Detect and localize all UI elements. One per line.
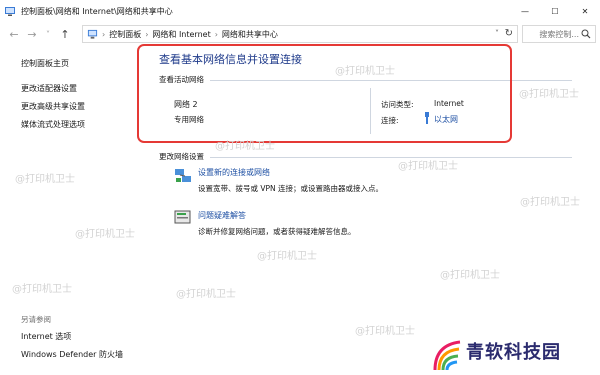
recent-locations-icon[interactable]: ˅ [41, 25, 55, 43]
sidebar-item-media-streaming[interactable]: 媒体流式处理选项 [21, 119, 85, 130]
watermark: @打印机卫士 [15, 174, 75, 185]
brand-name: 青软科技园 [466, 342, 561, 363]
window-title: 控制面板\网络和 Internet\网络和共享中心 [21, 6, 173, 16]
search-icon[interactable] [581, 29, 591, 39]
sidebar-item-home[interactable]: 控制面板主页 [21, 58, 69, 69]
close-button[interactable]: ✕ [570, 0, 600, 22]
left-pane: 控制面板主页 更改适配器设置 更改高级共享设置 媒体流式处理选项 另请参阅 In… [0, 46, 140, 375]
watermark: @打印机卫士 [520, 197, 580, 208]
breadcrumb-separator[interactable]: › [145, 30, 148, 39]
watermark: @打印机卫士 [75, 229, 135, 240]
breadcrumb-sharing-center[interactable]: 网络和共享中心 [222, 29, 278, 40]
troubleshoot-desc: 诊断并修复网络问题，或者获得疑难解答信息。 [198, 227, 356, 236]
navigation-bar: ← → ˅ ↑ › 控制面板 › 网络和 Internet › 网络和共享中心 … [0, 22, 600, 46]
network-setup-icon [175, 169, 191, 182]
refresh-icon[interactable]: ↻ [505, 28, 513, 39]
watermark: @打印机卫士 [355, 326, 415, 337]
watermark: @打印机卫士 [215, 141, 275, 152]
sidebar-item-defender-firewall[interactable]: Windows Defender 防火墙 [21, 349, 123, 360]
back-arrow-icon[interactable]: ← [7, 25, 21, 43]
watermark: @打印机卫士 [176, 289, 236, 300]
search-input[interactable] [525, 29, 579, 39]
setup-connection-desc: 设置宽带、拨号或 VPN 连接；或设置路由器或接入点。 [198, 184, 384, 193]
troubleshoot-link[interactable]: 问题疑难解答 [198, 210, 246, 221]
forward-arrow-icon[interactable]: → [25, 25, 39, 43]
search-box[interactable] [522, 25, 596, 43]
watermark: @打印机卫士 [12, 284, 72, 295]
see-also-heading: 另请参阅 [21, 315, 51, 324]
breadcrumb-control-panel[interactable]: 控制面板 [109, 29, 141, 40]
control-panel-icon [87, 29, 98, 39]
watermark: @打印机卫士 [398, 161, 458, 172]
watermark: @打印机卫士 [335, 66, 395, 77]
watermark: @打印机卫士 [440, 270, 500, 281]
troubleshoot-icon [174, 210, 191, 224]
watermark: @打印机卫士 [257, 251, 317, 262]
address-dropdown-icon[interactable]: ˅ [495, 29, 499, 38]
highlight-box [137, 44, 512, 143]
minimize-button[interactable]: — [510, 0, 540, 22]
watermark: @打印机卫士 [519, 89, 579, 100]
address-bar[interactable]: › 控制面板 › 网络和 Internet › 网络和共享中心 ˅ ↻ [82, 25, 518, 43]
control-panel-icon [5, 7, 15, 16]
up-arrow-icon[interactable]: ↑ [58, 25, 72, 43]
change-settings-heading: 更改网络设置 [159, 152, 204, 161]
breadcrumb-separator[interactable]: › [215, 30, 218, 39]
title-bar: 控制面板\网络和 Internet\网络和共享中心 — ☐ ✕ [0, 0, 600, 22]
setup-connection-link[interactable]: 设置新的连接或网络 [198, 167, 270, 178]
maximize-button[interactable]: ☐ [540, 0, 570, 22]
breadcrumb-network-internet[interactable]: 网络和 Internet [152, 29, 210, 40]
sidebar-item-advanced-sharing[interactable]: 更改高级共享设置 [21, 101, 85, 112]
section-divider [210, 157, 572, 158]
breadcrumb-separator: › [102, 29, 106, 39]
sidebar-item-adapter-settings[interactable]: 更改适配器设置 [21, 83, 77, 94]
sidebar-item-internet-options[interactable]: Internet 选项 [21, 331, 71, 342]
